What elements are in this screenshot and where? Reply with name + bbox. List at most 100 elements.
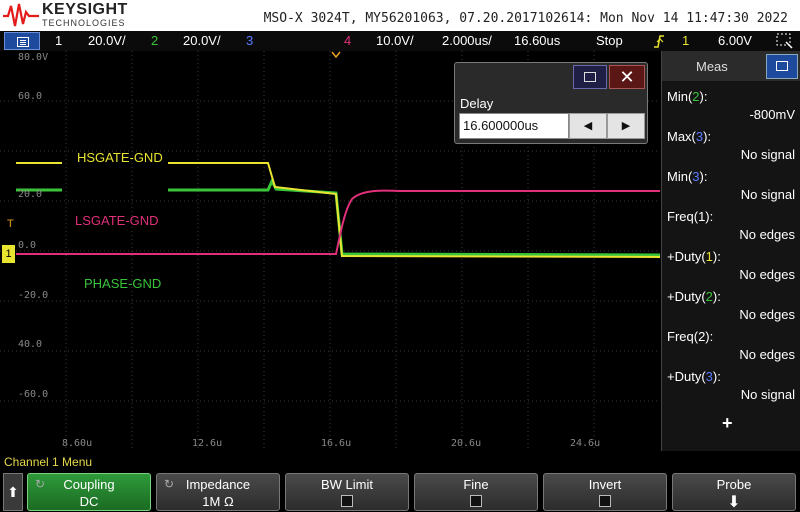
menu-icon <box>17 37 29 47</box>
x-label: 20.6u <box>451 438 482 449</box>
x-label: 24.6u <box>570 438 601 449</box>
y-label: 80.0V <box>18 52 49 63</box>
trace-label-lsgate: LSGATE-GND <box>75 213 159 228</box>
meas-item[interactable]: Min(3): No signal <box>662 165 800 205</box>
ch3-number[interactable]: 3 <box>246 33 253 48</box>
softkey-label: BW Limit <box>321 477 373 492</box>
back-arrow-icon: ⬆ <box>7 484 19 500</box>
coupling-softkey[interactable]: ↻ Coupling DC <box>27 473 151 511</box>
main-menu-button[interactable] <box>4 32 40 50</box>
close-icon: ✕ <box>619 67 635 87</box>
fine-checkbox[interactable] <box>470 495 482 507</box>
probe-arrow-icon: ⬇ <box>727 494 741 511</box>
meas-name: Freq(1): <box>667 209 713 224</box>
y-label: 20.0 <box>18 189 43 200</box>
meas-channel: 3 <box>692 169 700 184</box>
meas-name-prefix: Min( <box>667 89 693 104</box>
meas-name-suffix: ): <box>712 369 721 384</box>
meas-name-prefix: Max( <box>667 129 696 144</box>
trigger-position-marker-icon[interactable] <box>331 51 341 59</box>
trace-label-hsgate: HSGATE-GND <box>77 150 163 165</box>
ch1-ground-marker[interactable]: 1 <box>2 245 15 263</box>
ch2-number[interactable]: 2 <box>151 33 158 48</box>
horizontal-delay[interactable]: 16.60us <box>514 33 560 48</box>
y-label: -60.0 <box>18 389 49 400</box>
ch2-scale[interactable]: 20.0V/ <box>183 33 221 48</box>
meas-name-suffix: ): <box>703 129 712 144</box>
bw-limit-checkbox[interactable] <box>341 495 353 507</box>
meas-channel: 2 <box>705 289 713 304</box>
ch1-scale[interactable]: 20.0V/ <box>88 33 126 48</box>
timebase-scale[interactable]: 2.000us/ <box>442 33 492 48</box>
invert-softkey[interactable]: Invert <box>543 473 667 511</box>
delay-label: Delay <box>460 96 494 111</box>
trigger-level-marker[interactable]: T <box>7 218 14 230</box>
meas-item[interactable]: Freq(1): No edges <box>662 205 800 245</box>
meas-name: Max(3): <box>667 129 711 144</box>
y-label: 60.0 <box>18 91 43 102</box>
menu-icon <box>776 61 788 71</box>
entry-knob-icon: ↻ <box>34 477 46 491</box>
back-button[interactable]: ⬆ <box>3 473 23 511</box>
softkey-label: Probe <box>716 477 752 492</box>
meas-menu-button[interactable] <box>766 54 798 79</box>
meas-header: Meas <box>662 51 800 81</box>
meas-name-suffix: ): <box>712 289 721 304</box>
arrow-left-icon: ◀ <box>583 120 593 132</box>
trigger-source[interactable]: 1 <box>682 33 689 48</box>
meas-channel: 2 <box>692 89 700 104</box>
trigger-edge-icon <box>654 35 664 48</box>
meas-name: +Duty(2): <box>667 289 721 304</box>
meas-item[interactable]: +Duty(1): No edges <box>662 245 800 285</box>
meas-name-prefix: +Duty( <box>667 249 706 264</box>
ch4-number[interactable]: 4 <box>344 33 351 48</box>
title-bar: KEYSIGHT TECHNOLOGIES MSO-X 3024T, MY562… <box>0 0 800 31</box>
screen-capture-icon[interactable] <box>776 33 794 49</box>
meas-name-prefix: Freq( <box>667 209 699 224</box>
delay-input[interactable]: 16.600000us <box>459 113 569 139</box>
trigger-level[interactable]: 6.00V <box>718 33 752 48</box>
probe-softkey[interactable]: Probe ⬇ <box>672 473 796 511</box>
meas-name: Min(3): <box>667 169 707 184</box>
meas-item[interactable]: +Duty(3): No signal <box>662 365 800 405</box>
measurements-panel: Meas Min(2): -800mV Max(3): No signal Min(3)… <box>661 51 800 451</box>
trace-label-phase: PHASE-GND <box>84 276 162 291</box>
brand-name: KEYSIGHT <box>42 1 128 18</box>
y-label: 40.0 <box>18 339 43 350</box>
delay-decrement-button[interactable]: ◀ <box>569 113 607 139</box>
softkey-label: Invert <box>588 477 622 492</box>
fine-softkey[interactable]: Fine <box>414 473 538 511</box>
softkey-menu-title: Channel 1 Menu <box>4 455 93 469</box>
meas-name-suffix: ): <box>705 329 714 344</box>
add-measurement-icon[interactable]: + <box>722 413 733 434</box>
meas-value: No signal <box>740 387 795 402</box>
meas-title[interactable]: Meas <box>696 59 728 74</box>
meas-value: No edges <box>739 347 795 362</box>
dialog-close-button[interactable]: ✕ <box>609 65 645 89</box>
meas-item[interactable]: +Duty(2): No edges <box>662 285 800 325</box>
bw-limit-softkey[interactable]: BW Limit <box>285 473 409 511</box>
keysight-logo-icon <box>3 3 39 27</box>
device-info: MSO-X 3024T, MY56201063, 07.20.201710261… <box>263 11 788 26</box>
run-state: Stop <box>596 33 623 48</box>
meas-item[interactable]: Min(2): -800mV <box>662 85 800 125</box>
delay-increment-button[interactable]: ▶ <box>607 113 645 139</box>
arrow-right-icon: ▶ <box>621 120 631 132</box>
x-label: 12.6u <box>192 438 223 449</box>
meas-item[interactable]: Freq(2): No edges <box>662 325 800 365</box>
ch4-scale[interactable]: 10.0V/ <box>376 33 414 48</box>
delay-dialog: ✕ Delay 16.600000us ◀ ▶ <box>454 62 648 144</box>
dialog-menu-button[interactable] <box>573 65 607 89</box>
invert-checkbox[interactable] <box>599 495 611 507</box>
y-label: 0.0 <box>18 240 37 251</box>
meas-value: -800mV <box>749 107 795 122</box>
impedance-softkey[interactable]: ↻ Impedance 1M Ω <box>156 473 280 511</box>
ch1-number[interactable]: 1 <box>55 33 62 48</box>
meas-item[interactable]: Max(3): No signal <box>662 125 800 165</box>
channel-status-bar: 1 20.0V/ 2 20.0V/ 3 4 10.0V/ 2.000us/ 16… <box>0 31 800 51</box>
softkey-bar: ⬆ ↻ Coupling DC ↻ Impedance 1M Ω BW Limi… <box>0 472 800 512</box>
meas-name: +Duty(3): <box>667 369 721 384</box>
x-label: 8.60u <box>62 438 93 449</box>
meas-name: Min(2): <box>667 89 707 104</box>
meas-channel: 1 <box>705 249 713 264</box>
